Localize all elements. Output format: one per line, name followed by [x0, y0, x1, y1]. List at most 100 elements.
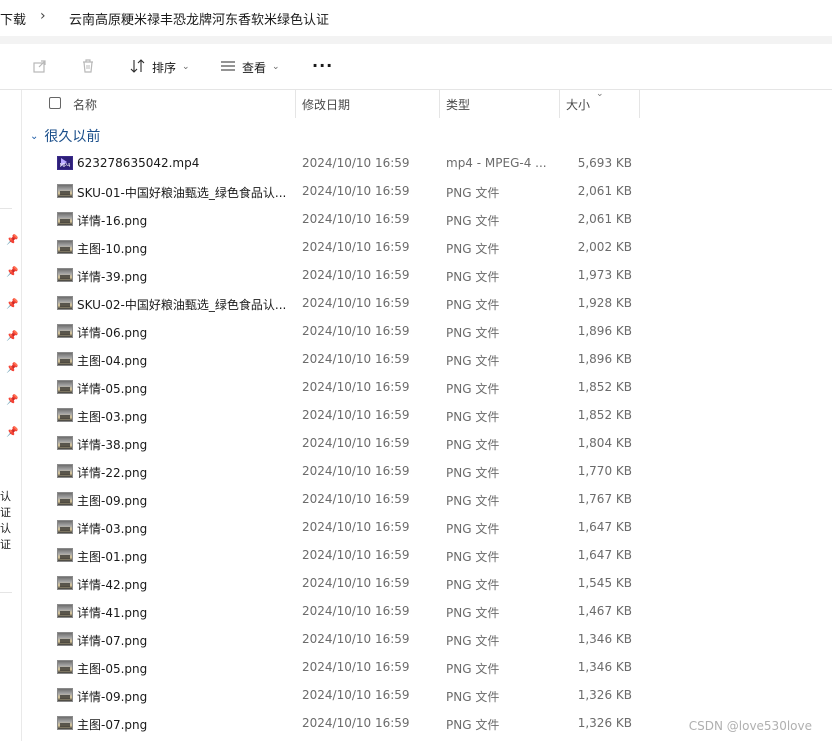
image-file-icon [57, 464, 73, 478]
file-row[interactable]: 详情-05.png 2024/10/10 16:59 PNG 文件 1,852 KB [0, 373, 832, 401]
file-date: 2024/10/10 16:59 [302, 632, 410, 646]
file-row[interactable]: 详情-06.png 2024/10/10 16:59 PNG 文件 1,896 KB [0, 317, 832, 345]
file-type: PNG 文件 [446, 354, 500, 368]
image-file-icon [57, 604, 73, 618]
column-header-size[interactable]: 大小 [566, 96, 590, 113]
file-row[interactable]: SKU-01-中国好粮油甄选_绿色食品认... 2024/10/10 16:59 P… [0, 177, 832, 205]
column-divider[interactable] [295, 90, 296, 118]
image-file-icon [57, 688, 73, 702]
file-row[interactable]: SKU-02-中国好粮油甄选_绿色食品认... 2024/10/10 16:59 P… [0, 289, 832, 317]
file-date: 2024/10/10 16:59 [302, 520, 410, 534]
file-row[interactable]: 主图-09.png 2024/10/10 16:59 PNG 文件 1,767 KB [0, 485, 832, 513]
breadcrumb-separator: › [40, 8, 46, 24]
file-row[interactable]: 详情-41.png 2024/10/10 16:59 PNG 文件 1,467 KB [0, 597, 832, 625]
file-type: PNG 文件 [446, 186, 500, 200]
file-row[interactable]: 详情-39.png 2024/10/10 16:59 PNG 文件 1,973 KB [0, 261, 832, 289]
file-row[interactable]: 详情-16.png 2024/10/10 16:59 PNG 文件 2,061 KB [0, 205, 832, 233]
file-name: SKU-01-中国好粮油甄选_绿色食品认... [77, 186, 287, 200]
file-name: 主图-05.png [77, 662, 148, 676]
file-date: 2024/10/10 16:59 [302, 716, 410, 730]
file-date: 2024/10/10 16:59 [302, 296, 410, 310]
breadcrumb-current-folder[interactable]: 云南高原粳米禄丰恐龙牌河东香软米绿色认证 [69, 9, 329, 28]
file-name: 主图-04.png [77, 354, 148, 368]
chevron-down-icon[interactable]: ⌄ [30, 131, 38, 142]
file-type: PNG 文件 [446, 214, 500, 228]
file-size: 1,896 KB [577, 352, 632, 366]
file-size: 2,061 KB [577, 184, 632, 198]
column-divider[interactable] [639, 90, 640, 118]
file-type: PNG 文件 [446, 410, 500, 424]
file-type: PNG 文件 [446, 718, 500, 732]
file-row[interactable]: 详情-09.png 2024/10/10 16:59 PNG 文件 1,326 KB [0, 681, 832, 709]
file-type: PNG 文件 [446, 494, 500, 508]
file-size: 1,852 KB [577, 380, 632, 394]
file-type: PNG 文件 [446, 606, 500, 620]
file-row[interactable]: 详情-22.png 2024/10/10 16:59 PNG 文件 1,770 KB [0, 457, 832, 485]
share-button[interactable] [32, 56, 48, 78]
file-date: 2024/10/10 16:59 [302, 212, 410, 226]
file-row[interactable]: 详情-07.png 2024/10/10 16:59 PNG 文件 1,346 KB [0, 625, 832, 653]
file-row[interactable]: 详情-38.png 2024/10/10 16:59 PNG 文件 1,804 KB [0, 429, 832, 457]
image-file-icon [57, 660, 73, 674]
file-type: mp4 - MPEG-4 ... [446, 156, 547, 170]
file-name: 详情-06.png [77, 326, 148, 340]
file-row[interactable]: 主图-04.png 2024/10/10 16:59 PNG 文件 1,896 KB [0, 345, 832, 373]
column-header-date[interactable]: 修改日期 [302, 96, 350, 113]
address-bar[interactable]: 下载 › 云南高原粳米禄丰恐龙牌河东香软米绿色认证 [0, 0, 832, 36]
file-date: 2024/10/10 16:59 [302, 464, 410, 478]
file-type: PNG 文件 [446, 662, 500, 676]
file-type: PNG 文件 [446, 326, 500, 340]
file-type: PNG 文件 [446, 690, 500, 704]
more-options-button[interactable]: ··· [312, 56, 333, 75]
file-date: 2024/10/10 16:59 [302, 184, 410, 198]
column-divider[interactable] [559, 90, 560, 118]
file-date: 2024/10/10 16:59 [302, 408, 410, 422]
file-date: 2024/10/10 16:59 [302, 268, 410, 282]
image-file-icon [57, 408, 73, 422]
file-date: 2024/10/10 16:59 [302, 604, 410, 618]
file-date: 2024/10/10 16:59 [302, 436, 410, 450]
file-row[interactable]: 主图-10.png 2024/10/10 16:59 PNG 文件 2,002 KB [0, 233, 832, 261]
sort-button[interactable]: 排序 ⌄ [130, 56, 190, 78]
file-date: 2024/10/10 16:59 [302, 576, 410, 590]
column-header-type[interactable]: 类型 [446, 96, 470, 113]
image-file-icon [57, 240, 73, 254]
file-date: 2024/10/10 16:59 [302, 324, 410, 338]
file-size: 1,545 KB [577, 576, 632, 590]
column-divider[interactable] [439, 90, 440, 118]
file-name: 详情-03.png [77, 522, 148, 536]
group-label: 很久以前 [44, 129, 101, 145]
file-name: 详情-42.png [77, 578, 148, 592]
breadcrumb-downloads[interactable]: 下载 [0, 9, 26, 28]
image-file-icon [57, 632, 73, 646]
file-size: 1,326 KB [577, 716, 632, 730]
file-row[interactable]: 主图-05.png 2024/10/10 16:59 PNG 文件 1,346 KB [0, 653, 832, 681]
file-type: PNG 文件 [446, 270, 500, 284]
file-type: PNG 文件 [446, 634, 500, 648]
chevron-down-icon: ⌄ [272, 62, 280, 72]
group-header[interactable]: ⌄ 很久以前 [30, 126, 100, 146]
file-type: PNG 文件 [446, 438, 500, 452]
video-file-icon: MP4 [57, 156, 73, 170]
file-row[interactable]: 详情-42.png 2024/10/10 16:59 PNG 文件 1,545 KB [0, 569, 832, 597]
file-size: 1,767 KB [577, 492, 632, 506]
file-size: 1,467 KB [577, 604, 632, 618]
mp4-badge: MP4 [59, 163, 71, 169]
address-bar-divider [0, 36, 832, 44]
image-file-icon [57, 716, 73, 730]
file-row[interactable]: 主图-03.png 2024/10/10 16:59 PNG 文件 1,852 KB [0, 401, 832, 429]
file-type: PNG 文件 [446, 578, 500, 592]
file-size: 1,928 KB [577, 296, 632, 310]
file-date: 2024/10/10 16:59 [302, 660, 410, 674]
select-all-checkbox[interactable] [49, 97, 61, 109]
delete-button[interactable] [80, 56, 96, 78]
watermark: CSDN @love530love [688, 719, 812, 733]
file-size: 1,804 KB [577, 436, 632, 450]
file-row[interactable]: 主图-01.png 2024/10/10 16:59 PNG 文件 1,647 KB [0, 541, 832, 569]
file-size: 1,896 KB [577, 324, 632, 338]
column-header-name[interactable]: 名称 [73, 96, 97, 113]
file-row[interactable]: 详情-03.png 2024/10/10 16:59 PNG 文件 1,647 KB [0, 513, 832, 541]
file-row[interactable]: MP4 623278635042.mp4 2024/10/10 16:59 mp4 -… [0, 149, 832, 177]
view-button[interactable]: 查看 ⌄ [220, 56, 280, 78]
file-size: 2,061 KB [577, 212, 632, 226]
